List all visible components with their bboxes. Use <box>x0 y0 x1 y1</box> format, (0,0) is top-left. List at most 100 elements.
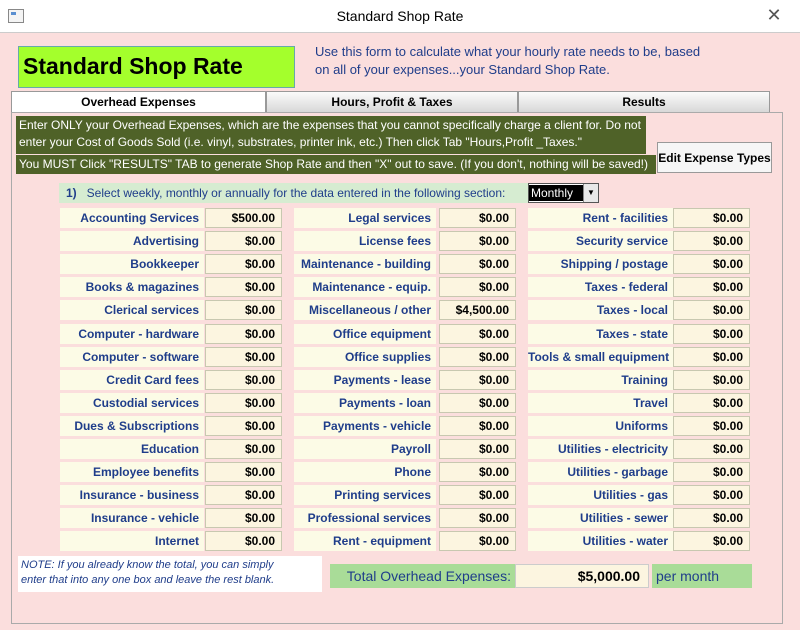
total-value[interactable]: $5,000.00 <box>515 564 649 588</box>
expense-amount-input[interactable]: $0.00 <box>673 347 750 367</box>
period-dropdown[interactable]: Monthly ▼ <box>528 183 599 203</box>
expense-amount-input[interactable]: $0.00 <box>673 531 750 551</box>
expense-label: Taxes - state <box>528 324 673 344</box>
expense-label: Phone <box>294 462 436 482</box>
expense-label: Security service <box>528 231 673 251</box>
expense-label: Payments - loan <box>294 393 436 413</box>
expense-amount-input[interactable]: $0.00 <box>673 254 750 274</box>
expense-label: Utilities - water <box>528 531 673 551</box>
expense-amount-input[interactable]: $0.00 <box>205 347 282 367</box>
expense-amount-input[interactable]: $0.00 <box>439 347 516 367</box>
expense-amount-input[interactable]: $0.00 <box>673 277 750 297</box>
period-prompt: 1) Select weekly, monthly or annually for… <box>59 183 529 203</box>
expense-label: Internet <box>60 531 204 551</box>
close-button[interactable]: ✕ <box>764 4 784 26</box>
expense-amount-input[interactable]: $0.00 <box>205 370 282 390</box>
expense-amount-input[interactable]: $0.00 <box>439 508 516 528</box>
expense-label: Taxes - federal <box>528 277 673 297</box>
expense-amount-input[interactable]: $0.00 <box>439 439 516 459</box>
expense-amount-input[interactable]: $0.00 <box>205 531 282 551</box>
window-title: Standard Shop Rate <box>336 8 464 24</box>
period-selected-value: Monthly <box>529 185 583 201</box>
expense-amount-input[interactable]: $0.00 <box>439 277 516 297</box>
expense-amount-input[interactable]: $0.00 <box>439 485 516 505</box>
expense-amount-input[interactable]: $0.00 <box>439 531 516 551</box>
expense-label: Advertising <box>60 231 204 251</box>
expense-label: Employee benefits <box>60 462 204 482</box>
expense-amount-input[interactable]: $0.00 <box>205 324 282 344</box>
expense-amount-input[interactable]: $0.00 <box>205 254 282 274</box>
expense-amount-input[interactable]: $4,500.00 <box>439 300 516 320</box>
expense-amount-input[interactable]: $0.00 <box>205 508 282 528</box>
tab-results[interactable]: Results <box>518 91 770 113</box>
expense-amount-input[interactable]: $0.00 <box>439 254 516 274</box>
expense-amount-input[interactable]: $0.00 <box>673 370 750 390</box>
section-number: 1) <box>66 186 77 200</box>
expense-amount-input[interactable]: $0.00 <box>673 439 750 459</box>
expense-label: Payments - lease <box>294 370 436 390</box>
expense-label: Dues & Subscriptions <box>60 416 204 436</box>
expense-amount-input[interactable]: $0.00 <box>439 370 516 390</box>
expense-label: Payments - vehicle <box>294 416 436 436</box>
expense-label: Custodial services <box>60 393 204 413</box>
chevron-down-icon[interactable]: ▼ <box>583 184 598 202</box>
expense-label: Insurance - business <box>60 485 204 505</box>
expense-label: Legal services <box>294 208 436 228</box>
expense-amount-input[interactable]: $500.00 <box>205 208 282 228</box>
expense-label: Computer - software <box>60 347 204 367</box>
expense-amount-input[interactable]: $0.00 <box>673 208 750 228</box>
title-bar: Standard Shop Rate ✕ <box>0 0 800 32</box>
expense-amount-input[interactable]: $0.00 <box>205 439 282 459</box>
expense-label: License fees <box>294 231 436 251</box>
expense-label: Travel <box>528 393 673 413</box>
intro-text: Use this form to calculate what your hou… <box>315 43 735 79</box>
tab-overhead-expenses[interactable]: Overhead Expenses <box>11 91 266 114</box>
expense-amount-input[interactable]: $0.00 <box>673 324 750 344</box>
expense-label: Utilities - electricity <box>528 439 673 459</box>
intro-line-1: Use this form to calculate what your hou… <box>315 44 701 59</box>
expense-label: Uniforms <box>528 416 673 436</box>
expense-label: Utilities - gas <box>528 485 673 505</box>
expense-amount-input[interactable]: $0.00 <box>205 393 282 413</box>
expense-label: Office equipment <box>294 324 436 344</box>
expense-label: Credit Card fees <box>60 370 204 390</box>
expense-amount-input[interactable]: $0.00 <box>673 231 750 251</box>
expense-label: Shipping / postage <box>528 254 673 274</box>
note-line-1: NOTE: If you already know the total, you… <box>21 559 274 571</box>
expense-amount-input[interactable]: $0.00 <box>205 416 282 436</box>
save-warning: You MUST Click "RESULTS" TAB to generate… <box>16 155 656 174</box>
instructions-line-2: enter your Cost of Goods Sold (i.e. viny… <box>19 135 582 149</box>
instructions-line-1: Enter ONLY your Overhead Expenses, which… <box>19 118 641 132</box>
expense-label: Tools & small equipment <box>528 347 673 367</box>
expense-label: Insurance - vehicle <box>60 508 204 528</box>
expense-label: Utilities - sewer <box>528 508 673 528</box>
expense-amount-input[interactable]: $0.00 <box>673 508 750 528</box>
form-title-box: Standard Shop Rate <box>18 46 295 88</box>
expense-amount-input[interactable]: $0.00 <box>205 300 282 320</box>
note-line-2: enter that into any one box and leave th… <box>21 574 275 586</box>
expense-amount-input[interactable]: $0.00 <box>673 300 750 320</box>
expense-amount-input[interactable]: $0.00 <box>205 231 282 251</box>
expense-amount-input[interactable]: $0.00 <box>439 208 516 228</box>
expense-amount-input[interactable]: $0.00 <box>439 416 516 436</box>
expense-amount-input[interactable]: $0.00 <box>439 231 516 251</box>
expense-amount-input[interactable]: $0.00 <box>439 324 516 344</box>
tab-hours-profit-taxes[interactable]: Hours, Profit & Taxes <box>266 91 518 113</box>
expense-label: Professional services <box>294 508 436 528</box>
expense-amount-input[interactable]: $0.00 <box>673 416 750 436</box>
expense-label: Miscellaneous / other <box>294 300 436 320</box>
expense-amount-input[interactable]: $0.00 <box>673 485 750 505</box>
expense-label: Utilities - garbage <box>528 462 673 482</box>
expense-amount-input[interactable]: $0.00 <box>673 462 750 482</box>
expense-amount-input[interactable]: $0.00 <box>205 462 282 482</box>
total-label: Total Overhead Expenses: <box>330 564 515 588</box>
expense-amount-input[interactable]: $0.00 <box>439 462 516 482</box>
expense-amount-input[interactable]: $0.00 <box>673 393 750 413</box>
edit-expense-types-button[interactable]: Edit Expense Types <box>657 142 772 173</box>
expense-amount-input[interactable]: $0.00 <box>205 485 282 505</box>
expense-label: Maintenance - equip. <box>294 277 436 297</box>
form-title: Standard Shop Rate <box>23 53 243 79</box>
expense-label: Education <box>60 439 204 459</box>
expense-amount-input[interactable]: $0.00 <box>205 277 282 297</box>
expense-amount-input[interactable]: $0.00 <box>439 393 516 413</box>
